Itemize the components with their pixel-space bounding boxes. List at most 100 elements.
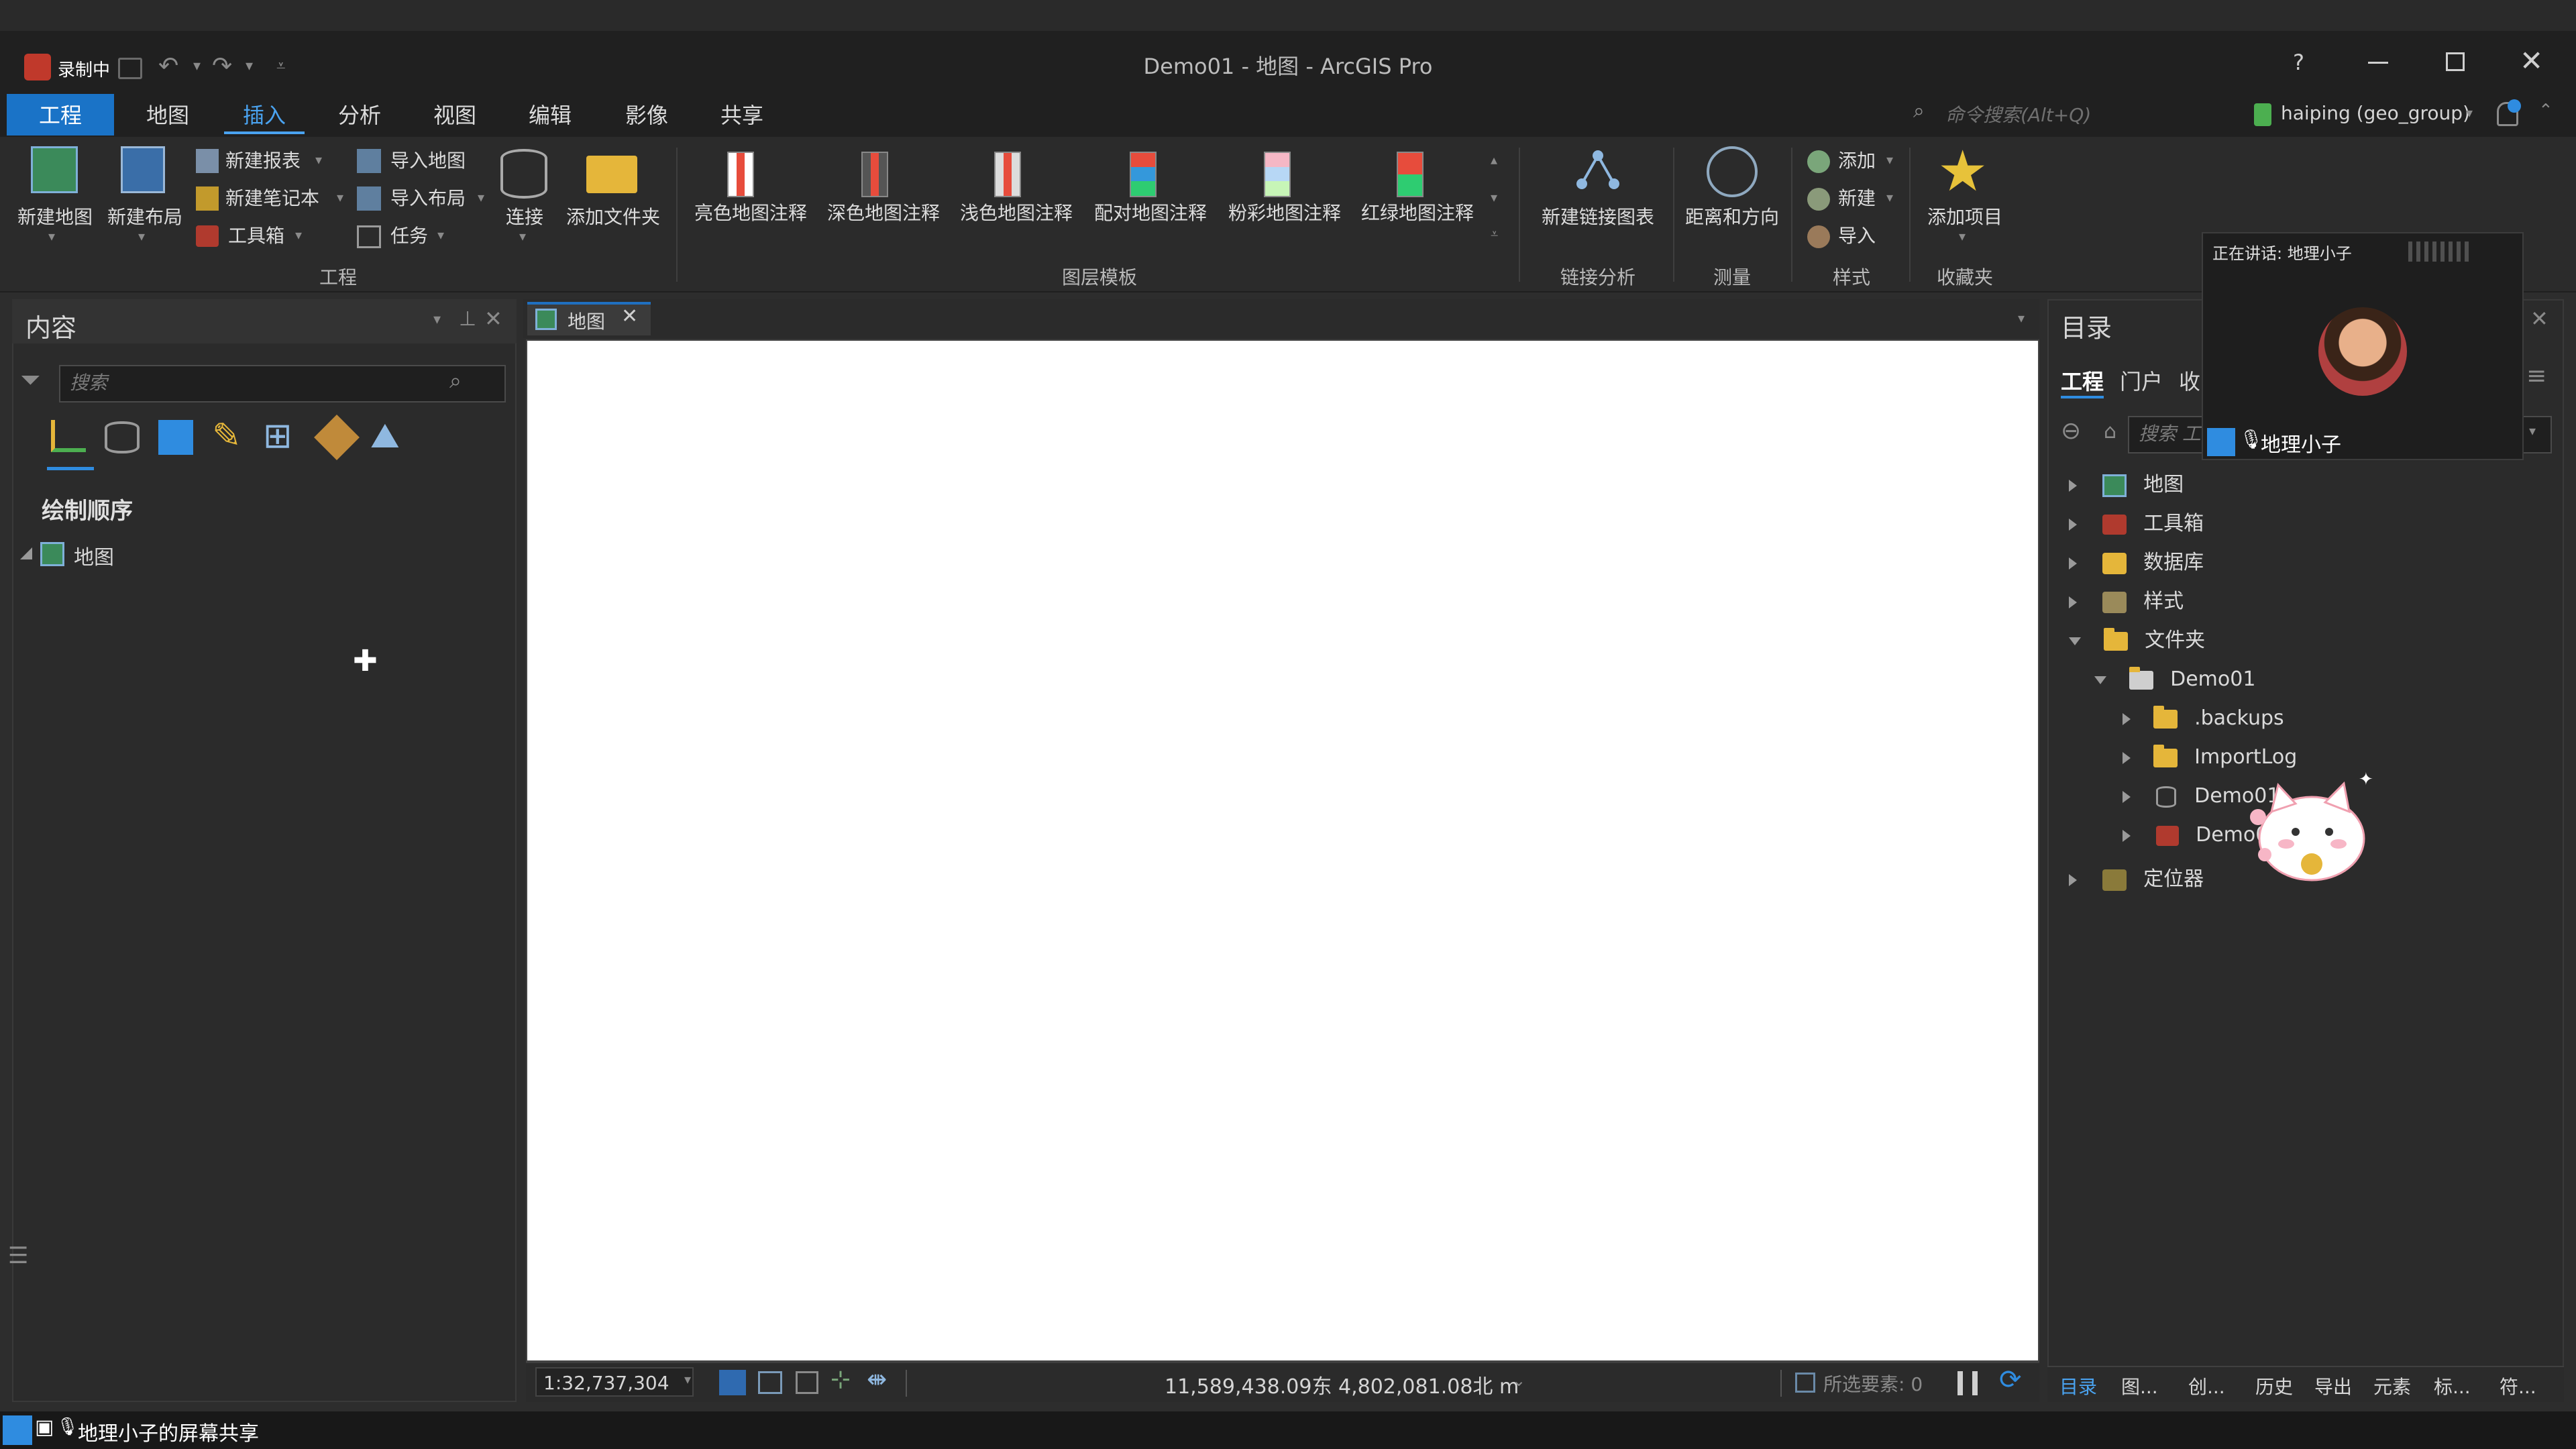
selected-features-count[interactable]: 所选要素: 0 [1823,1370,1923,1397]
pause-drawing-button[interactable] [1957,1371,1978,1395]
navigation-icon[interactable] [758,1371,782,1394]
map-layer-name[interactable]: 地图 [74,541,114,570]
add-style-dropdown-icon[interactable]: ▾ [1886,152,1893,168]
catalog-close-icon[interactable]: ✕ [2530,306,2548,331]
expand-arrow-icon[interactable] [2123,712,2131,725]
list-by-drawing-order-icon[interactable] [51,420,86,452]
expand-arrow-icon[interactable] [2123,751,2131,764]
contents-search-input[interactable]: 搜索 [59,365,506,402]
catalog-menu-icon[interactable]: ≡ [2526,362,2546,390]
template-red-green-basemap[interactable]: 红绿地图注释 [1355,199,1480,225]
new-notebook-dropdown-icon[interactable]: ▾ [337,189,343,205]
bottom-tab-history[interactable]: 历史 [2255,1373,2293,1399]
collapse-arrow-icon[interactable] [2069,637,2081,645]
expand-arrow-icon[interactable] [2123,829,2131,842]
panel-list-icon[interactable]: ☰ [8,1242,28,1269]
contents-options-icon[interactable]: ▾ [433,311,441,328]
toolbox-dropdown-icon[interactable]: ▾ [295,227,302,243]
tab-insert[interactable]: 插入 [224,97,305,134]
new-style-dropdown-icon[interactable]: ▾ [1886,189,1893,205]
bottom-tab-labels[interactable]: 标... [2434,1373,2471,1399]
list-by-source-icon[interactable] [105,421,140,453]
map-tab-close-icon[interactable]: ✕ [621,305,638,328]
scale-dropdown-icon[interactable]: ▾ [684,1371,691,1387]
import-layout-button[interactable]: 导入布局 [390,182,466,215]
template-pastel-basemap[interactable]: 粉彩地图注释 [1222,199,1347,225]
catalog-back-icon[interactable]: ⊖ [2061,417,2081,445]
catalog-tab-project[interactable]: 工程 [2061,365,2104,398]
template-dark-basemap[interactable]: 深色地图注释 [821,199,946,225]
gallery-scroll-down-icon[interactable]: ▾ [1491,189,1497,205]
collapse-arrow-icon[interactable] [2094,676,2106,684]
fixed-scale-icon[interactable] [719,1370,746,1395]
map-tab-label[interactable]: 地图 [568,307,605,334]
grid-icon[interactable] [796,1371,818,1394]
map-layer-expand-icon[interactable] [20,547,32,559]
add-item-dropdown-icon[interactable]: ▾ [1959,228,1966,244]
bottom-tab-export[interactable]: 导出 [2314,1373,2352,1399]
new-report-dropdown-icon[interactable]: ▾ [315,152,322,168]
task-button[interactable]: 任务 [390,220,428,252]
new-layout-button[interactable]: 新建布局 [99,203,191,229]
command-search-input[interactable]: 命令搜索(Alt+Q) [1945,101,2238,133]
snapping-icon[interactable]: ⊹ [830,1366,851,1393]
contents-pin-icon[interactable]: ⊥ [459,307,476,331]
map-canvas[interactable] [526,339,2039,1362]
user-dropdown-icon[interactable]: ▾ [2466,105,2473,121]
contents-close-icon[interactable]: ✕ [484,306,502,331]
tree-item-folders[interactable]: 文件夹 [2069,622,2205,659]
refresh-button[interactable]: ⟳ [1999,1364,2022,1395]
new-report-button[interactable]: 新建报表 [225,145,301,177]
tab-map[interactable]: 地图 [127,97,208,134]
new-link-chart-button[interactable]: 新建链接图表 [1531,203,1665,229]
list-by-snapping-icon[interactable]: ⊞ [263,416,292,456]
expand-arrow-icon[interactable] [2069,596,2077,608]
template-light-basemap[interactable]: 亮色地图注释 [688,199,813,225]
minimize-button[interactable] [2368,62,2388,64]
new-style-button[interactable]: 新建 [1838,182,1876,215]
expand-arrow-icon[interactable] [2069,518,2077,531]
import-map-button[interactable]: 导入地图 [390,145,466,177]
new-layout-dropdown-icon[interactable]: ▾ [138,228,145,244]
catalog-tab-portal[interactable]: 门户 [2120,365,2163,396]
contents-search-icon[interactable]: ⌕ [449,368,462,394]
tree-item-locators[interactable]: 定位器 [2069,861,2204,898]
bottom-tab-symbology[interactable]: 符... [2500,1373,2536,1399]
new-map-button[interactable]: 新建地图 [9,203,101,229]
add-folder-button[interactable]: 添加文件夹 [561,203,665,229]
list-by-perspective-icon[interactable]: ⛰ [370,416,400,457]
help-button[interactable]: ? [2293,50,2304,75]
restore-button[interactable] [2446,52,2465,71]
import-style-button[interactable]: 导入 [1838,220,1876,252]
template-paired-basemap[interactable]: 配对地图注释 [1088,199,1213,225]
scale-selector[interactable]: 1:32,737,304 [535,1367,694,1397]
tab-project[interactable]: 工程 [7,97,114,134]
tab-share[interactable]: 共享 [702,97,782,134]
tree-item-toolboxes[interactable]: 工具箱 [2069,505,2204,543]
user-account-button[interactable]: haiping (geo_group) [2281,102,2470,124]
bottom-tab-geoprocessing[interactable]: 图... [2121,1373,2158,1399]
tree-item-databases[interactable]: 数据库 [2069,544,2204,582]
constraints-icon[interactable]: ⇼ [867,1366,887,1393]
tree-item-maps[interactable]: 地图 [2069,466,2184,504]
add-style-button[interactable]: 添加 [1838,145,1876,177]
list-by-selection-icon[interactable] [158,420,193,455]
list-by-editing-icon[interactable]: ✎ [212,416,241,456]
collapse-ribbon-icon[interactable]: ⌃ [2538,101,2553,121]
expand-arrow-icon[interactable] [2069,479,2077,492]
template-pale-basemap[interactable]: 浅色地图注释 [954,199,1079,225]
tab-analysis[interactable]: 分析 [319,97,400,134]
bottom-tab-elements[interactable]: 元素 [2373,1373,2411,1399]
connect-dropdown-icon[interactable]: ▾ [519,228,526,244]
tree-item-backups[interactable]: .backups [2123,700,2284,737]
gallery-expand-icon[interactable]: ⩡ [1491,225,1498,241]
bottom-tab-catalog[interactable]: 目录 [2059,1373,2097,1399]
task-dropdown-icon[interactable]: ▾ [437,227,444,243]
view-tabs-dropdown-icon[interactable]: ▾ [2018,310,2025,326]
bottom-tab-create[interactable]: 创... [2188,1373,2225,1399]
connect-button[interactable]: 连接 [490,203,559,229]
tab-edit[interactable]: 编辑 [510,97,590,134]
expand-arrow-icon[interactable] [2123,790,2131,803]
catalog-tab-favorites[interactable]: 收 [2179,365,2200,396]
add-item-button[interactable]: 添加项目 [1916,203,2014,229]
